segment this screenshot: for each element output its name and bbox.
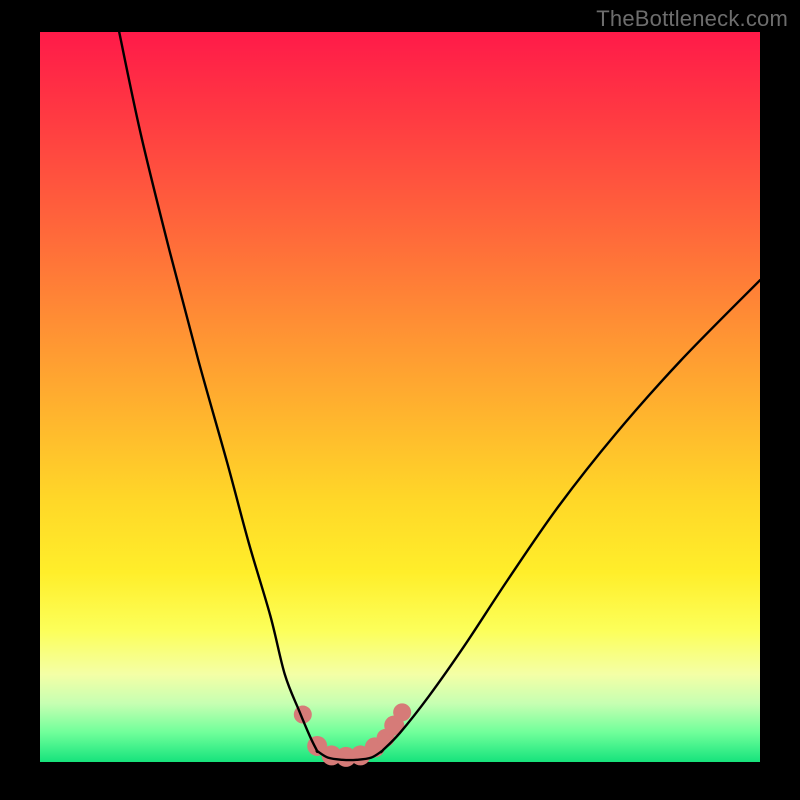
plot-area [40,32,760,762]
chart-frame: TheBottleneck.com [0,0,800,800]
bottleneck-curve [40,32,760,762]
watermark-text: TheBottleneck.com [596,6,788,32]
curve-marker [393,703,411,721]
